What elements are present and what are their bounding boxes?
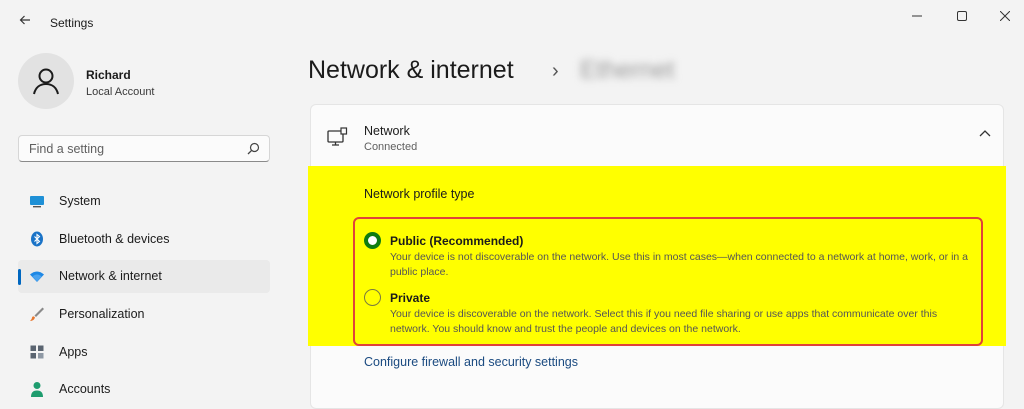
- user-name: Richard: [86, 68, 131, 82]
- sidebar-item-accounts[interactable]: Accounts: [18, 373, 270, 406]
- public-radio[interactable]: [364, 232, 381, 249]
- public-option-title[interactable]: Public (Recommended): [390, 234, 523, 248]
- brush-icon: [30, 307, 44, 321]
- network-profile-type-label: Network profile type: [364, 187, 475, 201]
- minimize-icon: [912, 15, 922, 17]
- ethernet-icon: [327, 127, 348, 146]
- sidebar-item-label: Personalization: [59, 307, 145, 321]
- public-option-description: Your device is not discoverable on the n…: [390, 251, 968, 278]
- app-title: Settings: [50, 16, 94, 30]
- firewall-settings-link[interactable]: Configure firewall and security settings: [364, 355, 578, 369]
- sidebar-item-label: Bluetooth & devices: [59, 232, 170, 246]
- search-icon[interactable]: [247, 142, 260, 160]
- network-title: Network: [364, 124, 410, 138]
- close-button[interactable]: [982, 0, 1024, 32]
- person-icon: [31, 382, 43, 397]
- private-radio[interactable]: [364, 289, 381, 306]
- sidebar-item-network[interactable]: Network & internet: [18, 260, 270, 293]
- network-status: Connected: [364, 141, 418, 153]
- sidebar-item-label: Accounts: [59, 382, 111, 396]
- active-indicator: [18, 269, 21, 285]
- breadcrumb-parent[interactable]: Network & internet: [308, 56, 514, 85]
- title-bar: Settings: [0, 0, 1024, 34]
- chevron-up-icon[interactable]: [979, 129, 991, 137]
- breadcrumb-current: Ethernet: [580, 56, 675, 84]
- breadcrumb-separator: ›: [552, 60, 559, 82]
- maximize-button[interactable]: [939, 0, 985, 32]
- close-icon: [1000, 11, 1010, 21]
- search-input[interactable]: Find a setting: [18, 135, 270, 162]
- sidebar-item-label: Apps: [59, 345, 88, 359]
- sidebar-item-system[interactable]: System: [18, 185, 270, 218]
- private-option-title[interactable]: Private: [390, 291, 430, 305]
- private-option-description: Your device is discoverable on the netwo…: [390, 308, 938, 335]
- minimize-button[interactable]: [894, 0, 940, 32]
- apps-icon: [30, 345, 44, 359]
- account-type: Local Account: [86, 86, 155, 98]
- person-avatar-icon: [33, 68, 59, 95]
- back-arrow-icon: [19, 15, 30, 25]
- bluetooth-icon: [31, 231, 43, 247]
- sidebar-item-bluetooth[interactable]: Bluetooth & devices: [18, 223, 270, 256]
- sidebar-item-apps[interactable]: Apps: [18, 336, 270, 369]
- system-icon: [30, 196, 44, 208]
- maximize-icon: [957, 11, 967, 21]
- sidebar-item-label: Network & internet: [59, 269, 162, 283]
- sidebar-item-personalization[interactable]: Personalization: [18, 298, 270, 331]
- search-placeholder: Find a setting: [29, 142, 105, 156]
- avatar: [18, 53, 74, 109]
- wifi-icon: [30, 271, 44, 282]
- user-profile[interactable]: Richard Local Account: [18, 53, 278, 113]
- sidebar-item-label: System: [59, 194, 101, 208]
- network-card-header[interactable]: Network Connected: [311, 105, 1003, 165]
- back-button[interactable]: [14, 10, 36, 32]
